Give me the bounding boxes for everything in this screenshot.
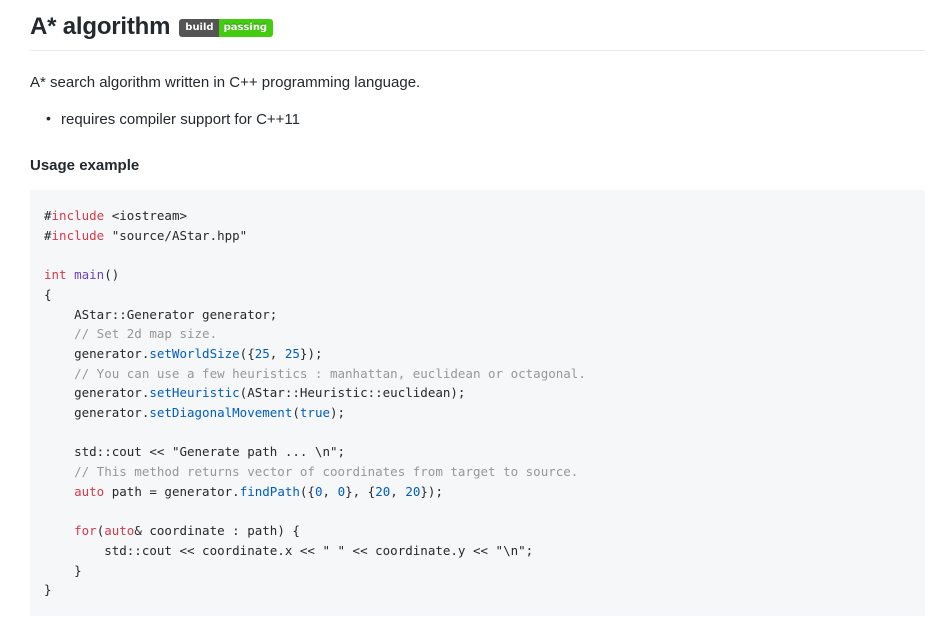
code-token: , [322, 483, 338, 499]
code-line: // This method returns vector of coordin… [44, 464, 578, 479]
code-token: "Generate path ... \n" [171, 444, 338, 460]
code-token: main [74, 267, 105, 283]
code-token: // You can use a few heuristics : manhat… [44, 365, 586, 381]
code-token: 0 [314, 483, 323, 499]
code-token: include [51, 227, 105, 243]
code-token: include [51, 208, 105, 223]
code-content: #include <iostream> #include "source/ASt… [44, 206, 909, 600]
code-line: std::cout << "Generate path ... \n"; [44, 444, 345, 459]
code-token: std::cout << [44, 444, 172, 460]
code-token: 20 [405, 483, 421, 499]
feature-list: requires compiler support for C++11 [30, 108, 936, 132]
code-root: #include <iostream> #include "source/ASt… [44, 208, 586, 597]
code-token: } [44, 562, 82, 578]
code-token: <iostream> [104, 208, 188, 223]
code-token: 25 [284, 345, 300, 361]
code-token: setDiagonalMovement [149, 405, 293, 421]
code-token: "\n" [495, 542, 526, 558]
code-token: for [74, 523, 97, 539]
list-item: requires compiler support for C++11 [46, 108, 936, 132]
code-token: }); [299, 345, 323, 361]
code-line: std::cout << coordinate.x << " " << coor… [44, 543, 533, 558]
code-token: , [269, 345, 285, 361]
code-line: // Set 2d map size. [44, 326, 217, 341]
code-line: generator.setDiagonalMovement(true); [44, 405, 345, 420]
code-token: 20 [375, 483, 391, 499]
code-token: & coordinate : path) { [134, 523, 300, 539]
code-line: for(auto& coordinate : path) { [44, 523, 300, 538]
code-token: true [299, 405, 330, 421]
code-token: << coordinate.y << [345, 542, 496, 558]
code-token: 0 [337, 483, 346, 499]
code-token: ); [330, 405, 346, 421]
code-token: generator. [44, 345, 150, 361]
code-token: ; [337, 444, 346, 460]
badge-label: build [179, 19, 219, 37]
code-token: (AStar::Heuristic::euclidean); [239, 385, 466, 401]
badge-status: passing [218, 19, 274, 37]
code-token: generator. [44, 385, 150, 401]
code-token: auto [104, 523, 135, 539]
code-line: #include <iostream> [44, 208, 187, 223]
code-line: } [44, 582, 52, 597]
code-line: } [44, 563, 82, 578]
code-token: }, { [345, 483, 376, 499]
code-token: ; [525, 542, 534, 558]
code-token: " " [322, 542, 346, 558]
code-token: { [44, 286, 52, 302]
code-token: 25 [254, 345, 270, 361]
code-line: auto path = generator.findPath({0, 0}, {… [44, 484, 443, 499]
code-line: // You can use a few heuristics : manhat… [44, 366, 586, 381]
readme-title-row: A* algorithm build passing [30, 12, 925, 51]
code-token: ( [292, 405, 300, 421]
code-token: () [104, 267, 120, 283]
code-token: ({ [299, 483, 315, 499]
code-line: generator.setHeuristic(AStar::Heuristic:… [44, 385, 465, 400]
code-line: AStar::Generator generator; [44, 307, 277, 322]
code-token: } [44, 582, 52, 598]
code-token: }); [420, 483, 443, 499]
page-title: A* algorithm [30, 13, 171, 40]
code-token: std::cout << coordinate.x << [44, 542, 323, 558]
code-token: int [44, 267, 67, 283]
code-token: , [390, 483, 406, 499]
readme-container: A* algorithm build passing A* search alg… [0, 0, 936, 617]
intro-paragraph: A* search algorithm written in C++ progr… [30, 74, 421, 91]
code-token: auto [74, 483, 105, 499]
code-line: generator.setWorldSize({25, 25}); [44, 345, 323, 361]
code-token: generator. [44, 405, 150, 421]
code-token: setHeuristic [149, 385, 240, 401]
code-line: { [44, 287, 52, 302]
code-token: ({ [239, 345, 255, 361]
code-line: #include "source/AStar.hpp" [44, 228, 247, 243]
code-token: setWorldSize [149, 345, 240, 361]
code-token: "source/AStar.hpp" [104, 227, 248, 243]
code-token: // This method returns vector of coordin… [44, 464, 579, 480]
code-token: AStar::Generator generator; [44, 306, 278, 322]
code-token: findPath [239, 483, 300, 499]
section-heading-usage-example: Usage example [30, 157, 140, 174]
code-token: // Set 2d map size. [44, 326, 218, 342]
code-token: # [44, 227, 52, 243]
code-line: int main() [44, 267, 119, 282]
code-token: path = generator. [104, 483, 240, 499]
code-token: # [44, 208, 52, 223]
build-status-badge[interactable]: build passing [179, 19, 274, 37]
code-block: #include <iostream> #include "source/ASt… [30, 190, 925, 617]
